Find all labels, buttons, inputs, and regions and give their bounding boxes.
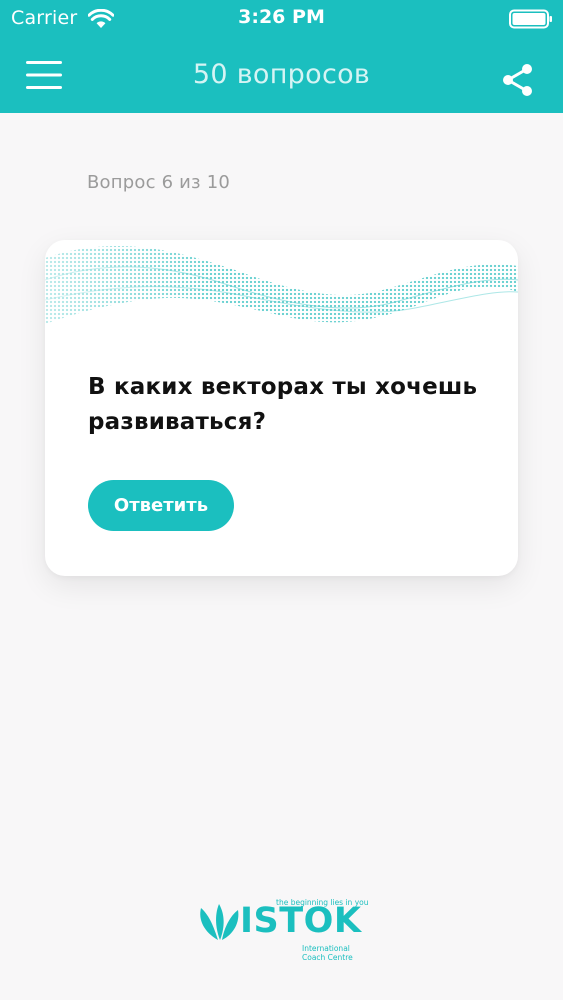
logo-subtitle-line1: International [302, 944, 350, 953]
top-bar: Carrier 3:26 PM 50 вопросов [0, 0, 563, 113]
logo-subtitle: International Coach Centre [302, 944, 353, 962]
leaf-logo-icon [200, 904, 239, 940]
question-text: В каких векторах ты хочешь развиваться? [88, 374, 478, 435]
battery-icon [509, 9, 552, 29]
status-time: 3:26 PM [238, 6, 325, 28]
wave-pattern-decoration [45, 240, 518, 335]
question-counter: Вопрос 6 из 10 [87, 172, 231, 193]
status-bar: Carrier 3:26 PM [0, 0, 563, 38]
share-button[interactable] [498, 60, 538, 100]
istok-logo: the beginning lies in you ISTOK Internat… [196, 896, 368, 966]
page-title: 50 вопросов [192, 59, 371, 90]
logo-wordmark: ISTOK [240, 901, 362, 941]
share-icon [503, 64, 532, 96]
logo-subtitle-line2: Coach Centre [302, 953, 353, 962]
answer-button[interactable]: Ответить [88, 480, 234, 531]
question-card: В каких векторах ты хочешь развиваться? … [45, 240, 518, 576]
nav-bar: 50 вопросов [0, 38, 563, 113]
